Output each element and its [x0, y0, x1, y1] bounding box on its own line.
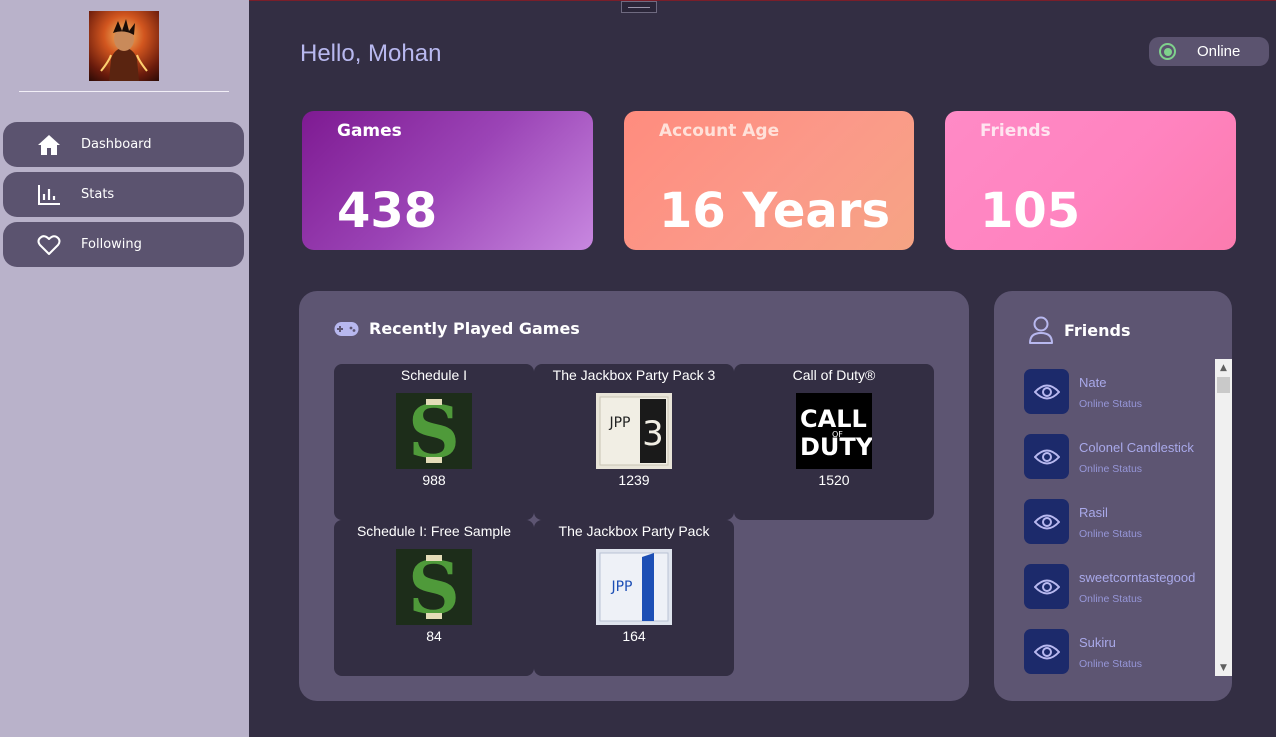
game-name: The Jackbox Party Pack — [558, 523, 710, 539]
friends-panel: Friends Nate Online Status Colonel Candl… — [994, 291, 1232, 701]
jackbox-1-logo-icon: JPP — [596, 549, 672, 625]
greeting-title: Hello, Mohan — [300, 40, 442, 67]
game-tile[interactable]: Call of Duty® CALL DUTY OF 1520 — [734, 364, 934, 520]
game-playtime: 1520 — [818, 472, 850, 488]
account-age-stat-card: Account Age 16 Years — [624, 111, 914, 250]
scroll-down-icon[interactable]: ▼ — [1215, 659, 1232, 676]
game-name: Call of Duty® — [792, 367, 876, 383]
stat-value: 438 — [337, 183, 438, 239]
user-icon — [1028, 315, 1054, 345]
recent-games-title: Recently Played Games — [369, 319, 580, 338]
game-name: Schedule I — [400, 367, 468, 383]
sidebar-item-label: Stats — [81, 187, 115, 202]
svg-text:JPP: JPP — [610, 579, 632, 595]
games-stat-card: Games 438 — [302, 111, 593, 250]
svg-text:3: 3 — [642, 414, 664, 454]
recent-games-panel: Recently Played Games Schedule I S 988 T… — [299, 291, 969, 701]
online-status-toggle[interactable]: Online — [1149, 37, 1269, 66]
game-tile[interactable]: Schedule I S 988 — [334, 364, 534, 520]
friend-list-item[interactable]: Colonel Candlestick Online Status — [1024, 434, 1216, 480]
eye-icon[interactable] — [1024, 499, 1069, 544]
game-playtime: 84 — [426, 628, 442, 644]
schedule-one-logo-icon: S — [396, 393, 472, 469]
friend-name: Nate — [1079, 375, 1107, 390]
sidebar-item-dashboard[interactable]: Dashboard — [3, 122, 244, 167]
scroll-up-icon[interactable]: ▲ — [1215, 359, 1232, 376]
sidebar: Dashboard Stats Following — [0, 0, 249, 737]
game-playtime: 988 — [422, 472, 446, 488]
eye-icon[interactable] — [1024, 564, 1069, 609]
friend-name: sweetcorntastegood — [1079, 570, 1196, 585]
friend-name: Colonel Candlestick — [1079, 440, 1194, 455]
game-name: Schedule I: Free Sample — [356, 523, 512, 539]
game-tile[interactable]: The Jackbox Party Pack 3 JPP 3 1239 — [534, 364, 734, 520]
game-tile[interactable]: Schedule I: Free Sample S 84 — [334, 520, 534, 676]
eye-icon[interactable] — [1024, 629, 1069, 674]
friend-list-item[interactable]: Sukiru Online Status — [1024, 629, 1216, 675]
friend-status: Online Status — [1079, 658, 1143, 670]
jackbox-3-logo-icon: JPP 3 — [596, 393, 672, 469]
game-playtime: 1239 — [618, 472, 650, 488]
stat-title: Games — [337, 121, 402, 141]
svg-text:OF: OF — [832, 430, 843, 439]
svg-text:JPP: JPP — [608, 415, 630, 431]
friend-status: Online Status — [1079, 528, 1143, 540]
stat-title: Account Age — [659, 121, 780, 141]
player-avatar-icon — [100, 19, 148, 81]
friends-panel-header: Friends — [1028, 315, 1131, 345]
friend-status: Online Status — [1079, 463, 1143, 475]
friend-list-item[interactable]: sweetcorntastegood Online Status — [1024, 564, 1216, 610]
friends-scrollbar[interactable]: ▲ ▼ — [1215, 359, 1232, 676]
friend-status: Online Status — [1079, 398, 1143, 410]
window-drag-handle[interactable] — [621, 1, 657, 13]
bar-chart-icon — [36, 182, 62, 208]
sidebar-divider — [19, 91, 229, 92]
stat-title: Friends — [980, 121, 1051, 141]
sidebar-item-label: Following — [81, 237, 142, 252]
sidebar-item-following[interactable]: Following — [3, 222, 244, 267]
friend-name: Rasil — [1079, 505, 1108, 520]
friend-status: Online Status — [1079, 593, 1143, 605]
svg-text:CALL: CALL — [800, 405, 867, 433]
home-icon — [36, 132, 62, 158]
friend-name: Sukiru — [1079, 635, 1116, 650]
status-label: Online — [1197, 43, 1241, 60]
friends-list[interactable]: Nate Online Status Colonel Candlestick O… — [1024, 369, 1216, 675]
friend-list-item[interactable]: Rasil Online Status — [1024, 499, 1216, 545]
schedule-one-logo-icon: S — [396, 549, 472, 625]
friend-list-item[interactable]: Nate Online Status — [1024, 369, 1216, 415]
heart-icon — [36, 232, 62, 258]
game-playtime: 164 — [622, 628, 646, 644]
friends-panel-title: Friends — [1064, 320, 1131, 340]
sidebar-item-stats[interactable]: Stats — [3, 172, 244, 217]
sidebar-item-label: Dashboard — [81, 137, 152, 152]
status-dot-icon — [1159, 43, 1176, 60]
stat-value: 16 Years — [659, 183, 891, 239]
game-name: The Jackbox Party Pack 3 — [552, 367, 716, 383]
eye-icon[interactable] — [1024, 434, 1069, 479]
recent-games-header: Recently Played Games — [334, 319, 580, 338]
friends-stat-card: Friends 105 — [945, 111, 1236, 250]
stat-value: 105 — [980, 183, 1081, 239]
avatar[interactable] — [89, 11, 159, 81]
game-tile[interactable]: The Jackbox Party Pack JPP 164 — [534, 520, 734, 676]
call-of-duty-logo-icon: CALL DUTY OF — [796, 393, 872, 469]
gamepad-icon — [334, 321, 359, 337]
eye-icon[interactable] — [1024, 369, 1069, 414]
scroll-thumb[interactable] — [1217, 377, 1230, 393]
